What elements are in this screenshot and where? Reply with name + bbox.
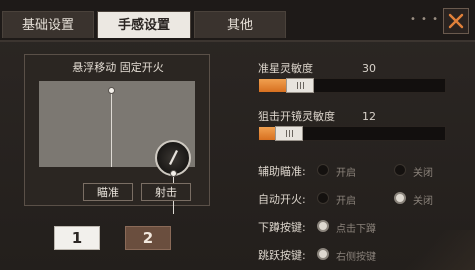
auto-fire-on-text: 开启	[336, 196, 356, 207]
fire-pointer-dot	[170, 170, 177, 177]
close-button[interactable]	[443, 8, 469, 34]
slider-thumb[interactable]	[286, 78, 314, 93]
aim-assist-on-radio[interactable]	[317, 164, 329, 176]
auto-fire-off-radio[interactable]	[394, 192, 406, 204]
auto-fire-label: 自动开火:	[258, 193, 306, 206]
tab-other[interactable]: 其他	[194, 11, 286, 38]
settings-window: 基础设置 手感设置 其他 • • • 悬浮移动 固定开火 瞄准 射击 1 2 准…	[0, 0, 475, 270]
scope-sensitivity-label: 狙击开镜灵敏度	[258, 110, 335, 123]
aim-assist-label: 辅助瞄准:	[258, 165, 306, 178]
preset-2-button[interactable]: 2	[125, 226, 171, 250]
tab-bar: 基础设置 手感设置 其他 • • •	[0, 0, 475, 42]
crosshair-sensitivity-label: 准星灵敏度	[258, 62, 313, 75]
corner-decoration	[395, 230, 475, 270]
aim-label: 瞄准	[83, 183, 133, 201]
preview-screen	[39, 81, 195, 214]
slider-thumb[interactable]	[275, 126, 303, 141]
aim-pointer-dot	[108, 87, 115, 94]
jump-right-text: 右侧按键	[336, 252, 376, 263]
crosshair-sensitivity-value: 30	[362, 62, 376, 75]
crouch-tap-text: 点击下蹲	[336, 224, 376, 235]
aim-pointer-line	[111, 91, 112, 167]
crosshair-sensitivity-slider[interactable]	[258, 78, 446, 93]
auto-fire-off-text: 关闭	[413, 196, 433, 207]
tab-basic-settings[interactable]: 基础设置	[2, 11, 94, 38]
preview-title: 悬浮移动 固定开火	[72, 61, 164, 74]
aim-assist-off-text: 关闭	[413, 168, 433, 179]
aim-assist-off-radio[interactable]	[394, 164, 406, 176]
tab-feel-settings[interactable]: 手感设置	[97, 11, 191, 38]
auto-fire-on-radio[interactable]	[317, 192, 329, 204]
jump-key-label: 跳跃按键:	[258, 249, 306, 262]
scope-sensitivity-value: 12	[362, 110, 376, 123]
jump-right-radio[interactable]	[317, 248, 329, 260]
aim-assist-on-text: 开启	[336, 168, 356, 179]
menu-dots: • • •	[409, 14, 439, 25]
preset-1-button[interactable]: 1	[54, 226, 100, 250]
control-preview-panel: 悬浮移动 固定开火 瞄准 射击	[24, 54, 210, 214]
close-icon	[448, 13, 464, 29]
scope-sensitivity-slider[interactable]	[258, 126, 446, 141]
fire-label: 射击	[141, 183, 191, 201]
crouch-key-label: 下蹲按键:	[258, 221, 306, 234]
crouch-tap-radio[interactable]	[317, 220, 329, 232]
